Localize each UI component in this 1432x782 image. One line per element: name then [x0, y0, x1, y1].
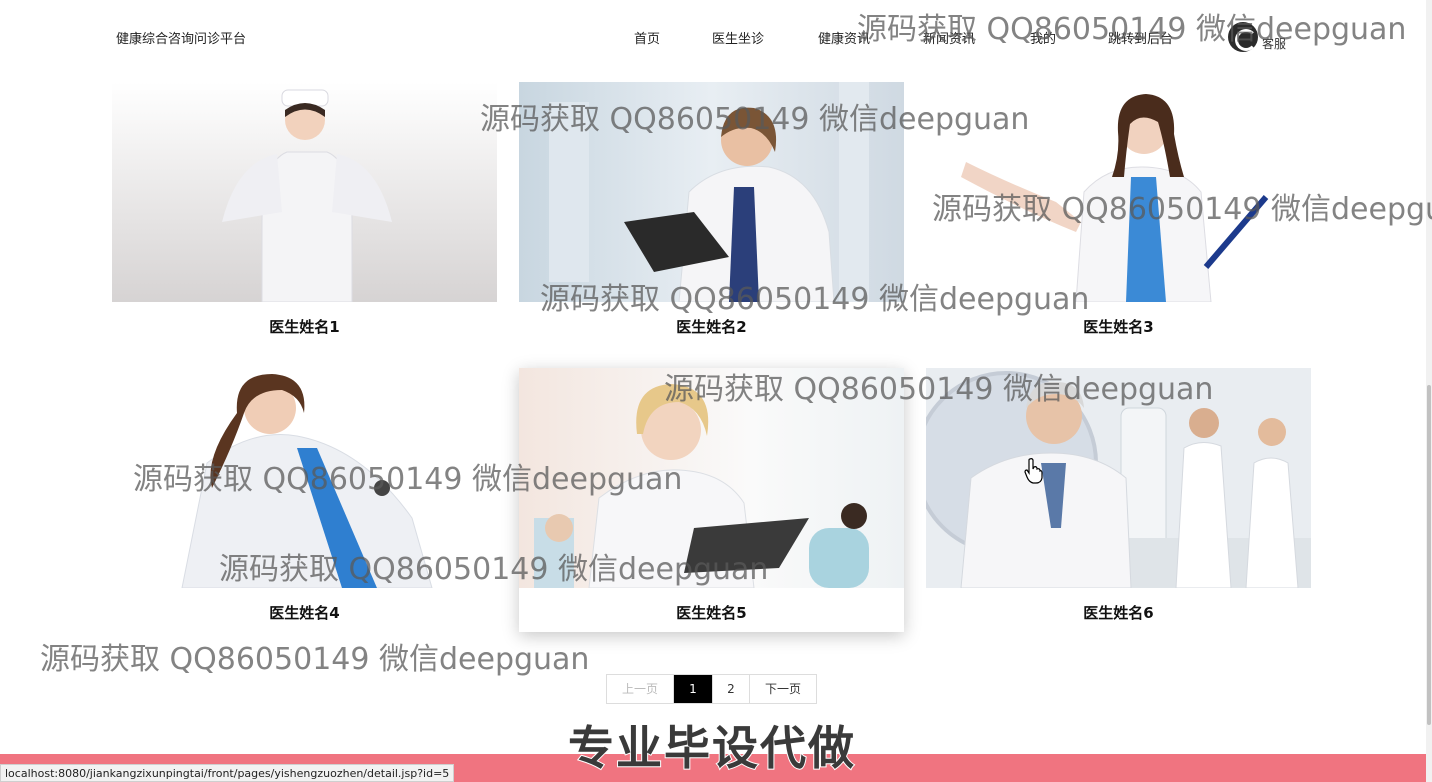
site-title[interactable]: 健康综合咨询问诊平台	[116, 28, 246, 47]
doctor-name-2[interactable]: 医生姓名2	[519, 316, 904, 337]
doctor-name-3[interactable]: 医生姓名3	[926, 316, 1311, 337]
page-2-button[interactable]: 2	[713, 675, 750, 703]
doctor-photo-5[interactable]	[519, 368, 904, 588]
nav-mine[interactable]: 我的	[1030, 28, 1056, 47]
doctor-card-3[interactable]: 医生姓名3	[926, 82, 1311, 346]
doctor-photo-3[interactable]	[926, 82, 1311, 302]
page: 健康综合咨询问诊平台 首页 医生坐诊 健康资讯 新闻资讯 我的 跳转到后台 客服	[0, 0, 1432, 782]
pagination: 上一页 1 2 下一页	[606, 674, 817, 704]
doctor-photo-4[interactable]	[112, 368, 497, 588]
doctor-photo-1[interactable]	[112, 82, 497, 302]
doctor-name-4[interactable]: 医生姓名4	[112, 602, 497, 623]
promo-banner-text: 专业毕设代做	[567, 720, 856, 776]
doctor-name-6[interactable]: 医生姓名6	[926, 602, 1311, 623]
watermark-text: 源码获取 QQ86050149 微信deepguan	[40, 642, 590, 677]
scrollbar-thumb[interactable]	[1427, 385, 1431, 725]
hand-cursor-icon	[1024, 458, 1044, 488]
customer-service-button[interactable]: 客服	[1228, 22, 1286, 52]
page-scrollbar[interactable]	[1426, 0, 1432, 782]
doctor-photo-6[interactable]	[926, 368, 1311, 588]
doctor-name-5[interactable]: 医生姓名5	[519, 602, 904, 623]
customer-service-label: 客服	[1262, 36, 1287, 51]
nav-health-info[interactable]: 健康资讯	[818, 28, 870, 47]
nav-news[interactable]: 新闻资讯	[923, 28, 975, 47]
doctor-name-1[interactable]: 医生姓名1	[112, 316, 497, 337]
doctor-card-5[interactable]: 医生姓名5	[519, 368, 904, 632]
doctor-card-2[interactable]: 医生姓名2	[519, 82, 904, 346]
doctor-card-1[interactable]: 医生姓名1	[112, 82, 497, 346]
prev-page-button[interactable]: 上一页	[607, 675, 674, 703]
nav-doctor-consult[interactable]: 医生坐诊	[712, 28, 764, 47]
chat-icon	[1228, 22, 1258, 52]
nav-home[interactable]: 首页	[634, 28, 660, 47]
page-1-button[interactable]: 1	[674, 675, 713, 703]
nav-admin[interactable]: 跳转到后台	[1108, 28, 1173, 47]
browser-status-url: localhost:8080/jiankangzixunpingtai/fron…	[0, 764, 455, 782]
doctor-card-6[interactable]: 医生姓名6	[926, 368, 1311, 632]
next-page-button[interactable]: 下一页	[750, 675, 816, 703]
top-navbar: 健康综合咨询问诊平台 首页 医生坐诊 健康资讯 新闻资讯 我的 跳转到后台 客服	[0, 0, 1432, 74]
doctor-photo-2[interactable]	[519, 82, 904, 302]
doctor-card-4[interactable]: 医生姓名4	[112, 368, 497, 632]
